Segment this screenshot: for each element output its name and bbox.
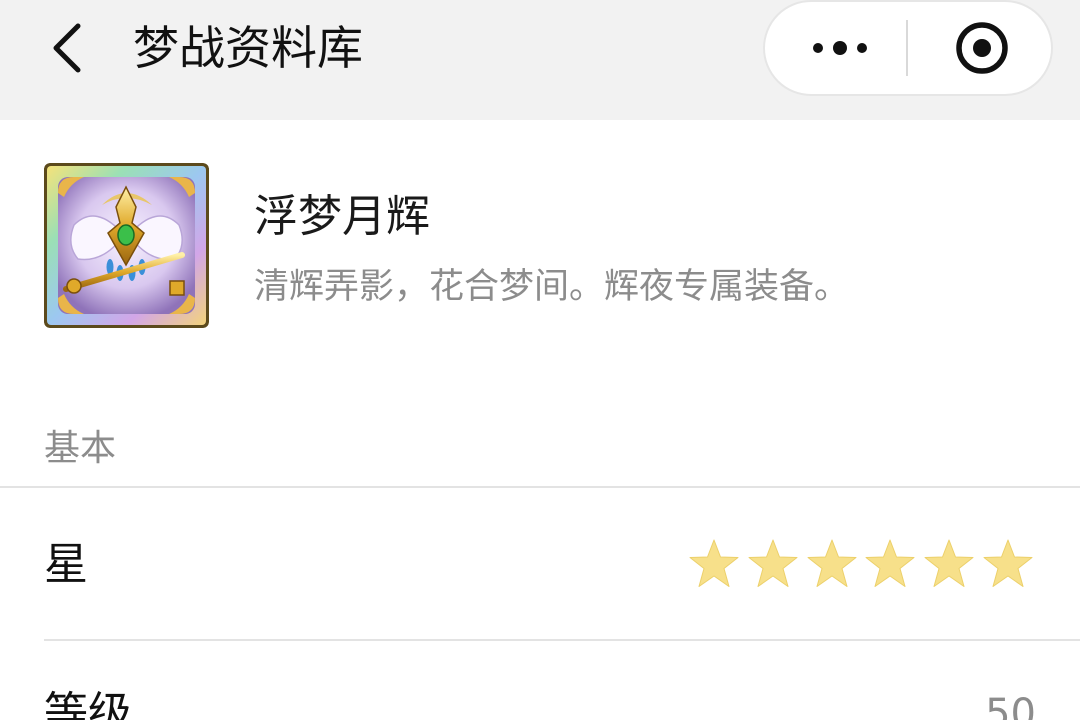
level-row-label: 等级: [44, 688, 132, 720]
star-icon: [983, 539, 1033, 587]
capsule-divider: [906, 20, 908, 76]
star-icon: [689, 539, 739, 587]
section-label-basic: 基本: [44, 428, 117, 469]
back-button[interactable]: [40, 20, 92, 76]
divider: [0, 486, 1080, 488]
close-button[interactable]: [950, 18, 1014, 78]
item-name: 浮梦月辉: [254, 191, 430, 242]
level-value: 50: [985, 691, 1036, 720]
star-icon: [748, 539, 798, 587]
item-icon: [44, 163, 209, 328]
equipment-detail-page: 梦战资料库 浮梦月辉 清辉弄影，花合梦间。辉夜专属装备。 基本 星 等级 50: [0, 0, 1080, 720]
divider: [44, 639, 1080, 641]
item-description: 清辉弄影，花合梦间。辉夜专属装备。: [254, 267, 850, 307]
more-button[interactable]: [790, 18, 890, 78]
star-icon: [865, 539, 915, 587]
target-circle-icon: [956, 22, 1008, 74]
star-icon: [924, 539, 974, 587]
chevron-left-icon: [53, 23, 81, 73]
page-title: 梦战资料库: [133, 21, 363, 75]
star-rating: [686, 537, 1036, 593]
star-row-label: 星: [44, 539, 88, 590]
star-icon: [807, 539, 857, 587]
nav-bar: 梦战资料库: [0, 0, 1080, 120]
crown-ornament-icon: [44, 163, 209, 328]
more-dots-icon: [813, 41, 867, 55]
